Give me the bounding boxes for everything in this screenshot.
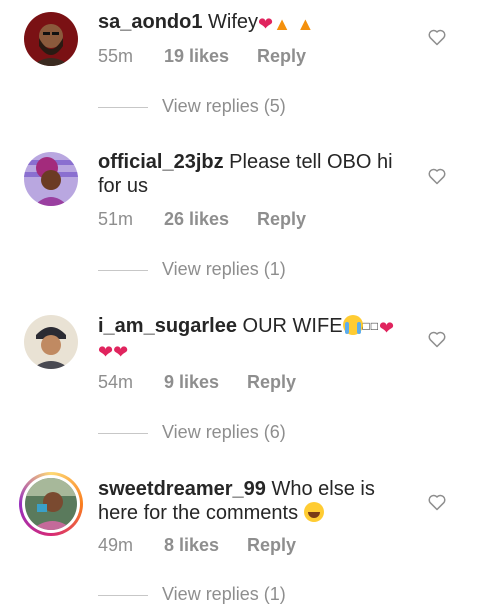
divider-line <box>98 107 148 108</box>
likes-count[interactable]: 9 likes <box>164 372 219 393</box>
face-with-tears-of-joy-icon <box>303 502 324 522</box>
comment-username[interactable]: official_23jbz <box>98 151 224 173</box>
likes-count[interactable]: 8 likes <box>164 535 219 556</box>
reply-button[interactable]: Reply <box>257 209 306 230</box>
view-replies-label[interactable]: View replies (1) <box>162 584 286 605</box>
red-heart-icon: ❤ <box>258 14 274 34</box>
woman-illustration-avatar[interactable] <box>24 152 78 206</box>
likes-count[interactable]: 26 likes <box>164 209 229 230</box>
heart-outline-icon[interactable] <box>427 166 447 186</box>
red-heart-icon: ❤ <box>379 318 395 338</box>
comment-username[interactable]: sa_aondo1 <box>98 11 202 33</box>
comment-username[interactable]: i_am_sugarlee <box>98 315 237 337</box>
likes-count[interactable]: 19 likes <box>164 46 229 67</box>
view-replies-label[interactable]: View replies (1) <box>162 259 286 280</box>
heart-outline-icon[interactable] <box>427 27 447 47</box>
divider-line <box>98 433 148 434</box>
comment-time: 49m <box>98 535 134 555</box>
reply-button[interactable]: Reply <box>247 372 296 393</box>
missing-glyph-icon: □□ <box>362 319 380 333</box>
comment-body: OUR WIFE <box>242 315 343 337</box>
comment-text: i_am_sugarlee OUR WIFE □□❤ ❤❤ <box>98 314 398 362</box>
fire-icon: ▲ <box>273 14 291 34</box>
red-heart-icon: ❤ <box>98 342 114 362</box>
comment-text: sweetdreamer_99 Who else is here for the… <box>98 477 398 525</box>
red-heart-icon: ❤ <box>113 342 129 362</box>
reply-button[interactable]: Reply <box>247 535 296 556</box>
loudly-crying-face-icon <box>342 315 363 335</box>
heart-outline-icon[interactable] <box>427 492 447 512</box>
comment-text: sa_aondo1 Wifey❤▲ ▲ <box>98 10 398 34</box>
heart-outline-icon[interactable] <box>427 329 447 349</box>
bearded-man-avatar[interactable] <box>24 12 78 66</box>
comment-body: Wifey <box>208 11 259 33</box>
divider-line <box>98 270 148 271</box>
avatar-photo <box>25 478 77 530</box>
story-ring <box>22 475 80 533</box>
comment-time: 51m <box>98 209 134 229</box>
comment-time: 55m <box>98 46 134 66</box>
fire-icon: ▲ <box>296 14 315 34</box>
person-cap-avatar[interactable] <box>24 315 78 369</box>
view-replies-label[interactable]: View replies (6) <box>162 422 286 443</box>
woman-photo-avatar[interactable] <box>19 472 83 536</box>
view-replies-label[interactable]: View replies (5) <box>162 96 286 117</box>
reply-button[interactable]: Reply <box>257 46 306 67</box>
comment-time: 54m <box>98 372 134 392</box>
comment-username[interactable]: sweetdreamer_99 <box>98 478 266 500</box>
comment-text: official_23jbz Please tell OBO hi for us <box>98 150 398 198</box>
